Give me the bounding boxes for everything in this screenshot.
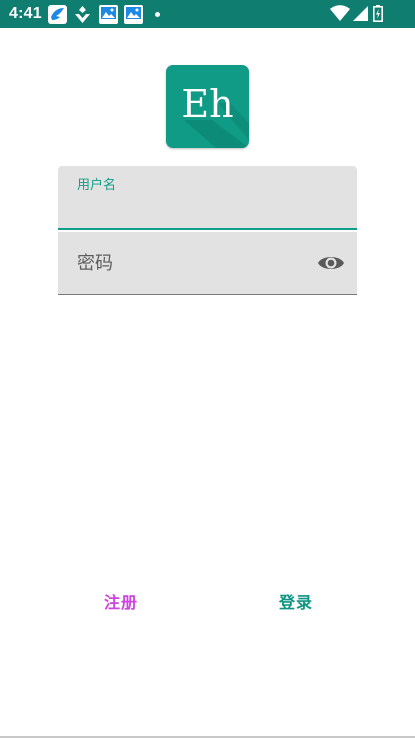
status-bar: 4:41 [0, 0, 415, 28]
app-logo: Eh [166, 65, 249, 148]
password-input[interactable] [77, 249, 297, 277]
username-label: 用户名 [77, 178, 117, 193]
login-button[interactable]: 登录 [265, 588, 327, 618]
gallery-icon [99, 5, 118, 24]
register-button[interactable]: 注册 [90, 588, 152, 618]
show-password-eye-icon[interactable] [316, 250, 346, 276]
gallery-icon [124, 5, 143, 24]
username-field[interactable]: 用户名 [58, 166, 357, 230]
battery-icon [373, 5, 383, 22]
sync-icon [75, 6, 90, 23]
feather-icon [48, 5, 67, 24]
signal-icon [353, 6, 368, 21]
username-input[interactable] [77, 196, 337, 224]
password-field[interactable] [58, 232, 357, 295]
logo-text: Eh [181, 82, 234, 126]
wifi-icon [330, 5, 350, 21]
more-notifications-dot [155, 12, 160, 17]
status-time: 4:41 [9, 5, 42, 22]
